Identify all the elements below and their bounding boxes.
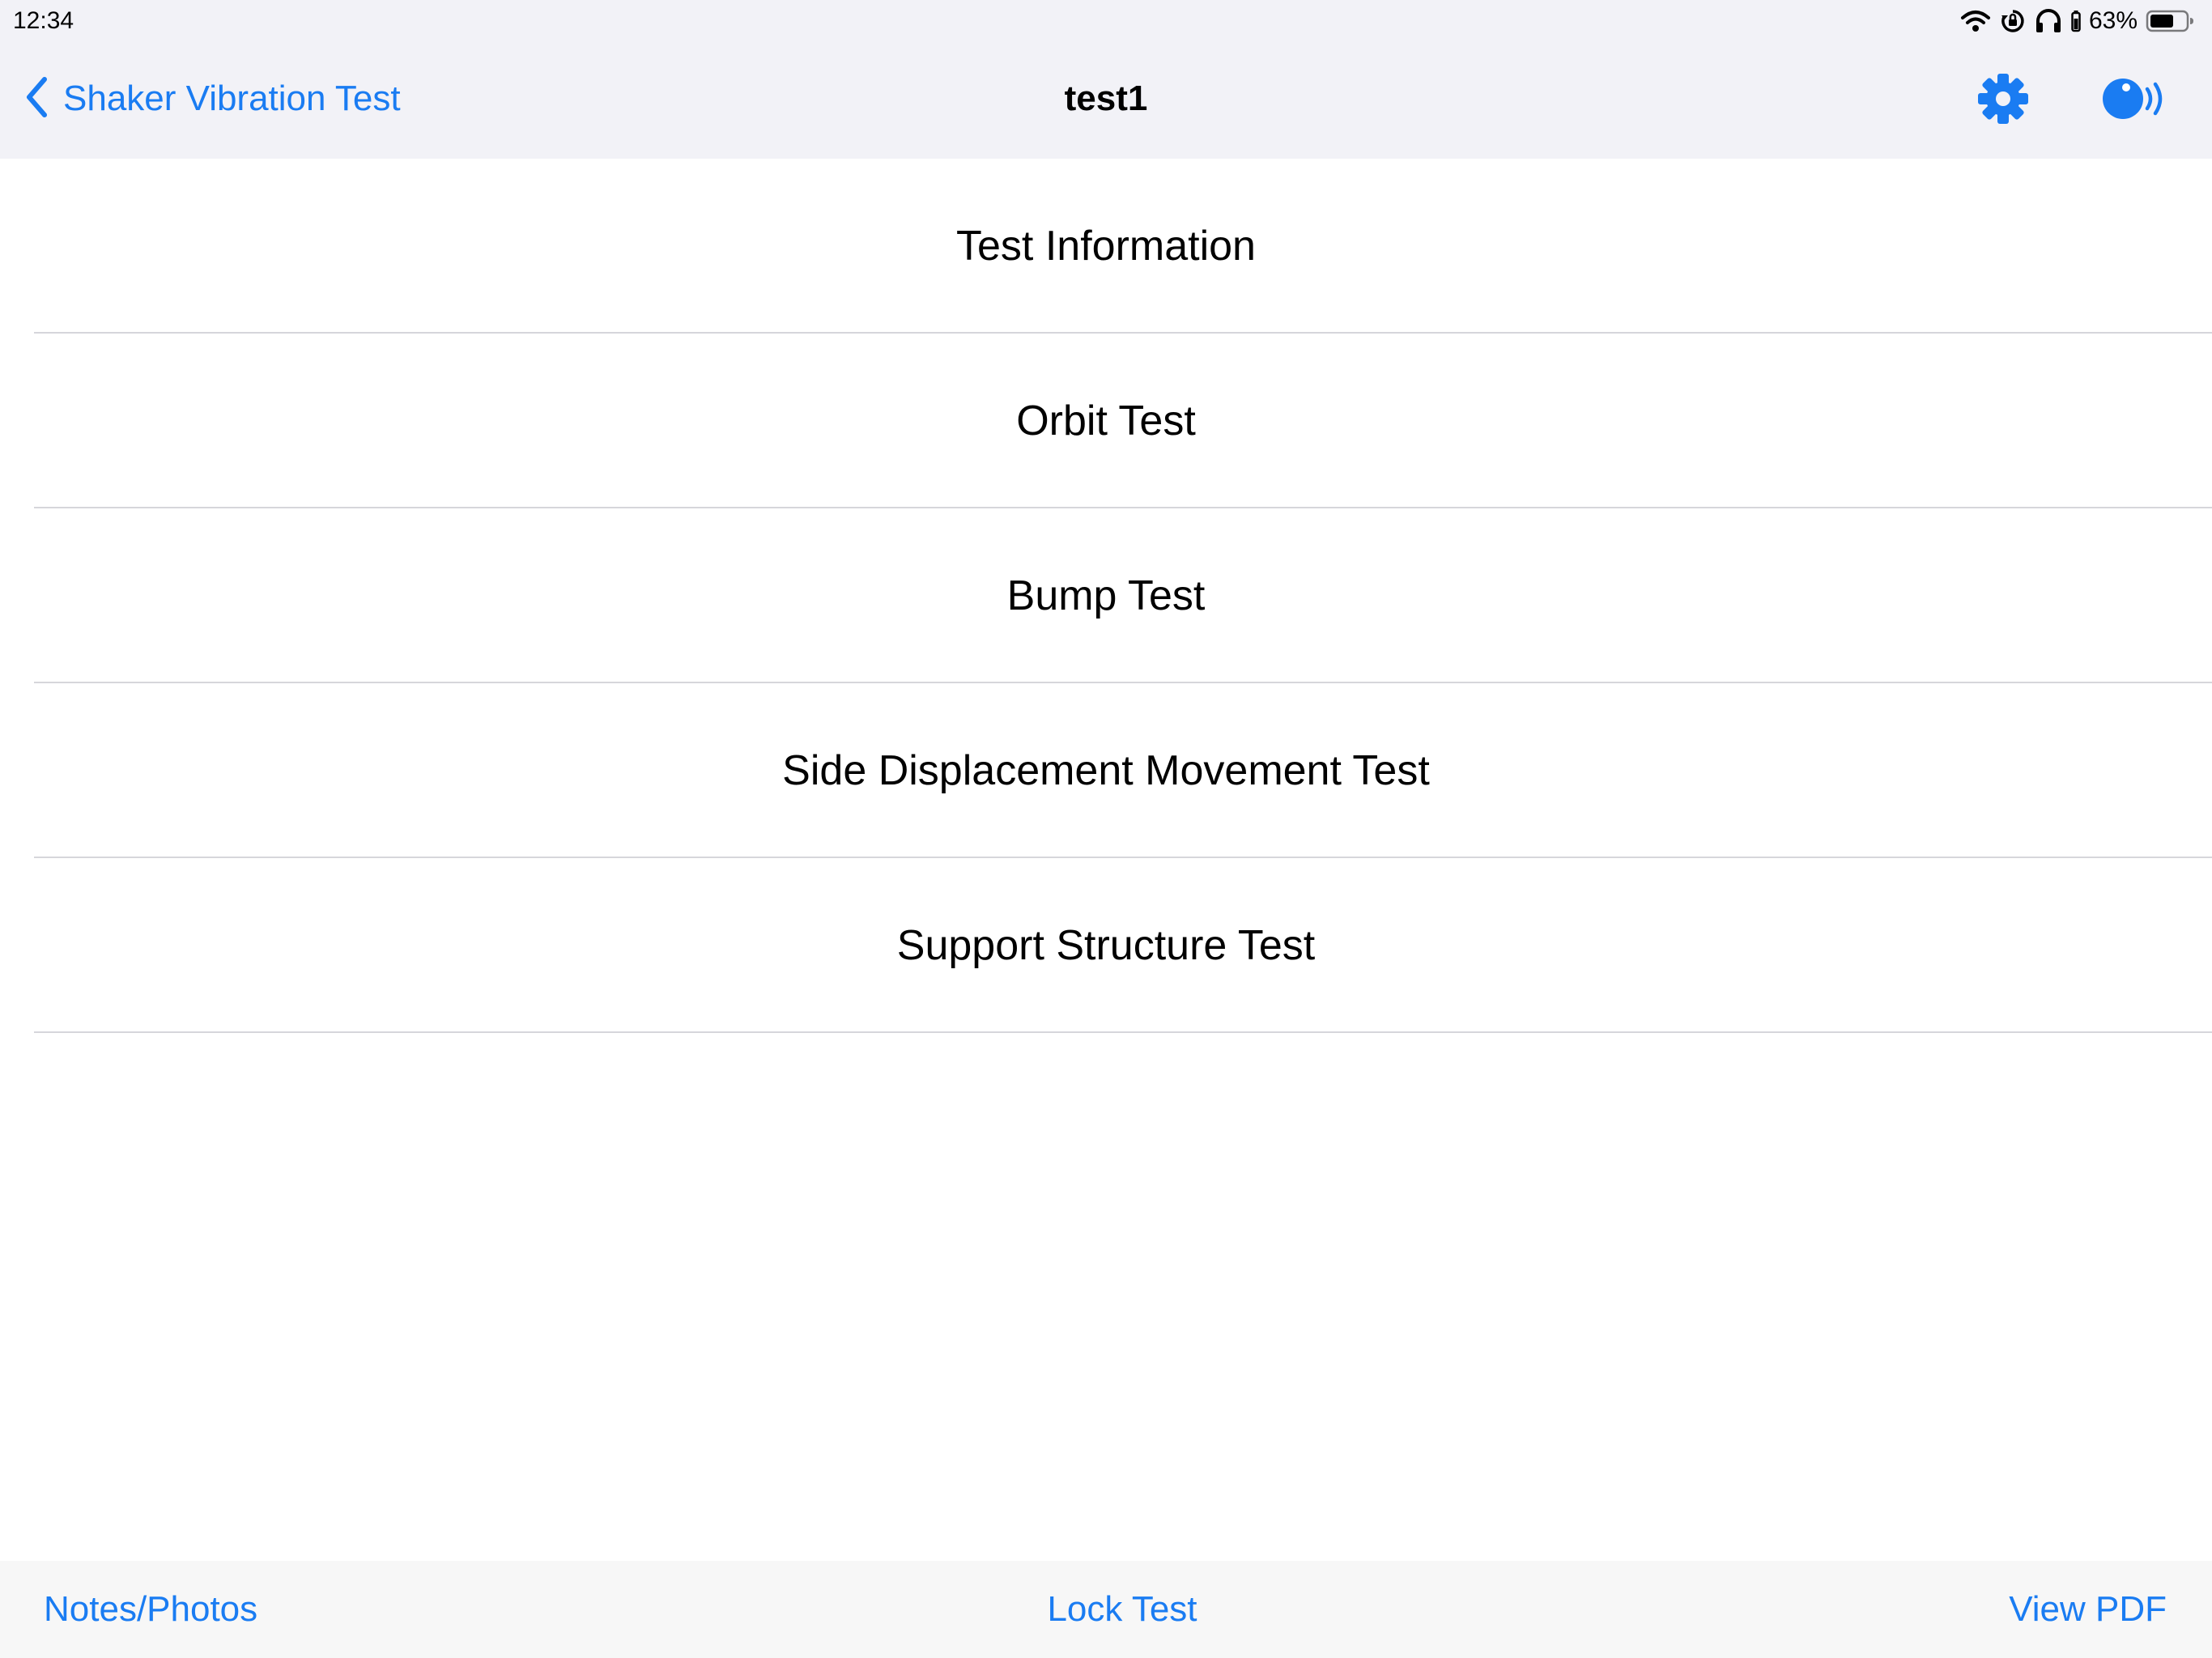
status-bar: 12:34 63% [0, 0, 2212, 42]
back-label: Shaker Vibration Test [63, 79, 401, 118]
headphones-icon [2034, 8, 2063, 34]
status-time: 12:34 [13, 7, 74, 34]
list-item-label: Bump Test [1006, 572, 1206, 619]
list-item-test-information[interactable]: Test Information [0, 159, 2212, 334]
list-item-label: Orbit Test [1016, 397, 1196, 444]
lock-test-container: Lock Test [0, 1584, 2212, 1635]
status-indicators: 63% [1959, 5, 2194, 37]
list-item-bump-test[interactable]: Bump Test [0, 508, 2212, 683]
sensor-signal-icon [2097, 79, 2170, 130]
list-item-label: Side Displacement Movement Test [782, 747, 1430, 794]
navigation-bar: Shaker Vibration Test test1 [0, 42, 2212, 159]
wifi-icon [1959, 9, 1992, 33]
list-item-label: Test Information [956, 223, 1256, 270]
battery-icon [2146, 10, 2194, 32]
chevron-left-icon [24, 75, 49, 123]
page-title: test1 [1064, 79, 1148, 118]
orientation-lock-icon [2000, 8, 2026, 34]
battery-percent: 63% [2088, 7, 2138, 34]
view-pdf-button[interactable]: View PDF [2009, 1584, 2167, 1635]
list-item-side-displacement-movement-test[interactable]: Side Displacement Movement Test [0, 683, 2212, 858]
test-menu-list: Test Information Orbit Test Bump Test Si… [0, 159, 2212, 1033]
settings-button[interactable] [1976, 71, 2031, 126]
gear-icon [1976, 74, 2031, 130]
list-item-support-structure-test[interactable]: Support Structure Test [0, 858, 2212, 1033]
sensor-button[interactable] [2097, 71, 2170, 126]
bottom-toolbar: Notes/Photos Lock Test View PDF [0, 1561, 2212, 1658]
list-item-orbit-test[interactable]: Orbit Test [0, 334, 2212, 508]
back-button[interactable]: Shaker Vibration Test [24, 73, 401, 125]
lock-test-button[interactable]: Lock Test [1015, 1589, 1197, 1629]
headphone-battery-icon [2071, 10, 2081, 32]
list-item-label: Support Structure Test [896, 922, 1316, 969]
